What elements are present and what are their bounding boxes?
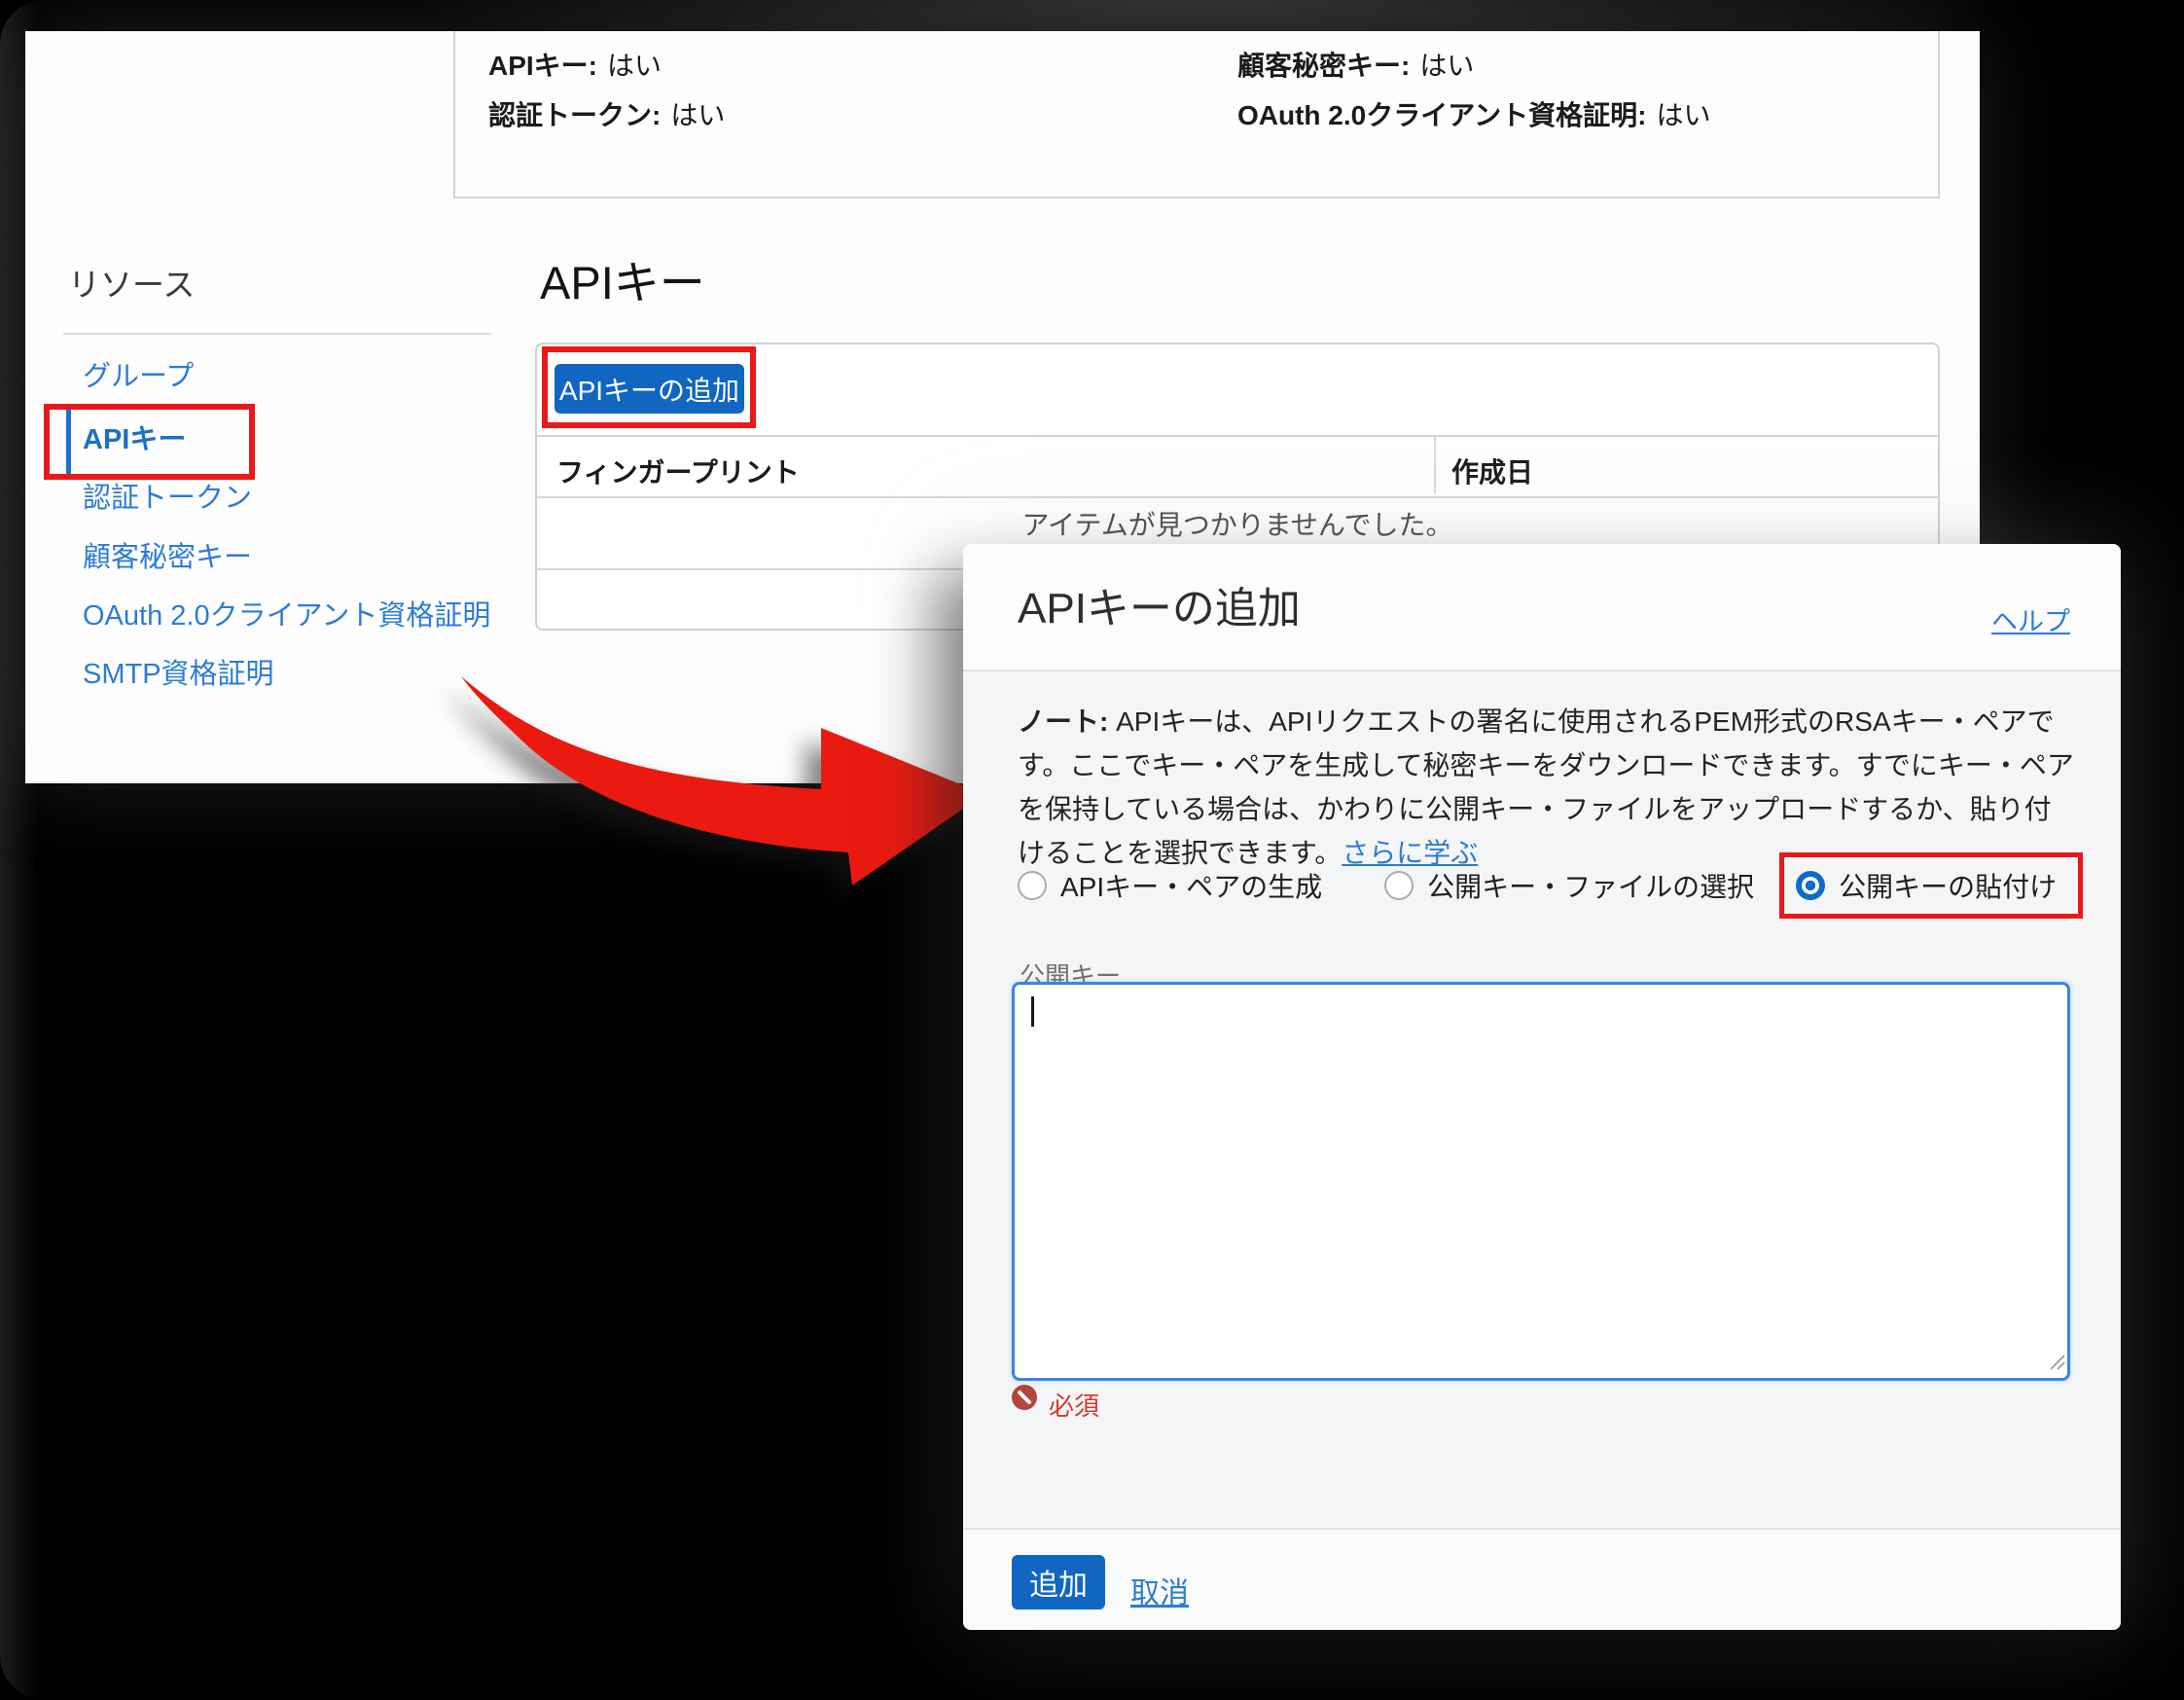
table-empty-message: アイテムが見つかりませんでした。: [537, 504, 1938, 543]
radio-generate-key-pair[interactable]: APIキー・ペアの生成: [1018, 866, 1322, 905]
public-key-textarea[interactable]: [1012, 982, 2070, 1381]
sidebar-item-groups[interactable]: グループ: [83, 353, 194, 394]
sidebar-item-auth-tokens[interactable]: 認証トークン: [83, 475, 252, 516]
field-label: 顧客秘密キー:: [1237, 51, 1410, 81]
radio-label: APIキー・ペアの生成: [1060, 866, 1322, 905]
screenshot-canvas: APIキー: はい 顧客秘密キー: はい 認証トークン: はい OAuth 2.0クラ…: [0, 0, 2184, 1700]
highlight-box-add-button: [542, 346, 756, 428]
radio-selected-icon: [1796, 871, 1825, 900]
capability-oauth-credentials: OAuth 2.0クライアント資格証明: はい: [1237, 94, 1710, 133]
required-icon: [1012, 1385, 1037, 1410]
field-label: 認証トークン:: [488, 100, 661, 130]
note-label: ノート:: [1018, 706, 1108, 737]
capability-api-keys: APIキー: はい: [488, 45, 662, 84]
column-header-created: 作成日: [1451, 452, 1533, 490]
note-text: APIキーは、APIリクエストの署名に使用されるPEM形式のRSAキー・ペアです…: [1018, 706, 2074, 868]
field-value: はい: [1656, 100, 1710, 130]
radio-icon: [1018, 871, 1047, 900]
field-label: APIキー:: [488, 51, 597, 81]
field-value: はい: [607, 51, 662, 81]
radio-label: 公開キーの貼付け: [1839, 866, 2057, 905]
dialog-cancel-link[interactable]: 取消: [1130, 1569, 1189, 1611]
page-title: APIキー: [540, 245, 705, 312]
red-arrow-annotation: [432, 650, 996, 903]
dialog-note: ノート: APIキーは、APIリクエストの署名に使用されるPEM形式のRSAキー…: [1018, 700, 2074, 875]
highlight-box-sidebar-api-keys: [44, 404, 255, 480]
user-capabilities-panel: APIキー: はい 顧客秘密キー: はい 認証トークン: はい OAuth 2.0クラ…: [453, 31, 1940, 199]
radio-icon: [1384, 871, 1414, 900]
text-cursor: [1031, 996, 1034, 1027]
sidebar-item-oauth-credentials[interactable]: OAuth 2.0クライアント資格証明: [83, 593, 490, 633]
capability-auth-tokens: 認証トークン: はい: [488, 94, 725, 133]
capability-secret-keys: 顧客秘密キー: はい: [1237, 45, 1474, 84]
sidebar-item-smtp-credentials[interactable]: SMTP資格証明: [83, 651, 274, 692]
column-header-fingerprint: フィンガープリント: [556, 452, 800, 490]
dialog-add-button[interactable]: 追加: [1012, 1555, 1105, 1610]
required-label: 必須: [1049, 1387, 1099, 1423]
field-label: OAuth 2.0クライアント資格証明:: [1237, 100, 1646, 130]
field-value: はい: [670, 100, 725, 130]
sidebar-item-secret-keys[interactable]: 顧客秘密キー: [83, 534, 252, 575]
dialog-title: APIキーの追加: [1018, 573, 1301, 635]
radio-label: 公開キー・ファイルの選択: [1427, 866, 1754, 905]
key-source-radio-group: APIキー・ペアの生成 公開キー・ファイルの選択 公開キーの貼付け: [1018, 850, 2083, 922]
sidebar-divider: [63, 333, 491, 335]
resources-heading: リソース: [68, 259, 195, 306]
table-border: [537, 496, 1938, 498]
help-link[interactable]: ヘルプ: [1991, 600, 2070, 638]
resize-grip-icon[interactable]: [2045, 1350, 2066, 1371]
dialog-footer: 追加 取消: [963, 1528, 2121, 1630]
radio-choose-key-file[interactable]: 公開キー・ファイルの選択: [1384, 866, 1754, 905]
field-value: はい: [1419, 51, 1474, 81]
radio-paste-public-key[interactable]: 公開キーの貼付け: [1796, 866, 2057, 905]
table-border: [537, 435, 1938, 437]
column-separator: [1434, 437, 1436, 493]
highlight-box-paste-key: 公開キーの貼付け: [1779, 852, 2083, 919]
add-api-key-dialog: APIキーの追加 ヘルプ ノート: APIキーは、APIリクエストの署名に使用さ…: [963, 544, 2121, 1630]
